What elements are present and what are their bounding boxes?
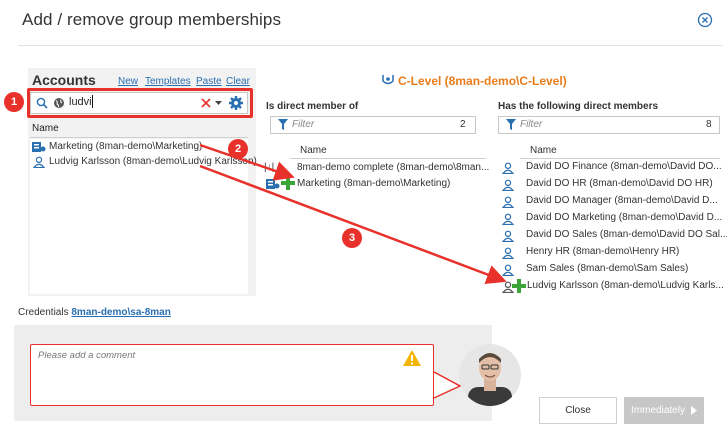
accounts-column-header[interactable]: Name <box>30 123 248 138</box>
group-icon <box>32 142 46 152</box>
member-of-title: Is direct member of <box>266 101 359 112</box>
user-icon <box>502 247 514 259</box>
filter-icon <box>506 119 516 130</box>
filter-placeholder: Filter <box>520 119 543 130</box>
filter-count: 2 <box>460 119 466 130</box>
close-button[interactable]: Close <box>539 397 617 424</box>
members-title: Has the following direct members <box>498 101 659 112</box>
column-name-header[interactable]: Name <box>300 145 327 156</box>
close-circle-icon[interactable] <box>697 12 713 28</box>
list-item[interactable]: Ludvig Karlsson (8man-demo\Ludvig Karlss… <box>49 156 257 167</box>
column-divider <box>520 158 720 159</box>
filter-count: 8 <box>706 119 712 130</box>
list-item[interactable]: Marketing (8man-demo\Marketing) <box>297 178 450 189</box>
clear-link[interactable]: Clear <box>226 76 250 87</box>
annotation-badge-3: 3 <box>342 228 362 248</box>
add-plus-icon <box>512 279 526 293</box>
list-item[interactable]: Sam Sales (8man-demo\Sam Sales) <box>526 263 688 274</box>
filter-icon <box>278 119 288 130</box>
templates-link[interactable]: Templates <box>145 76 191 87</box>
group-shield-icon <box>382 75 394 85</box>
group-icon <box>266 179 280 189</box>
list-item[interactable]: Henry HR (8man-demo\Henry HR) <box>526 246 679 257</box>
new-link[interactable]: New <box>118 76 138 87</box>
list-item[interactable]: 8man-demo complete (8man-demo\8man... <box>297 162 489 173</box>
accounts-title: Accounts <box>32 72 96 88</box>
column-divider <box>290 158 486 159</box>
immediately-label: Immediately <box>631 405 685 416</box>
immediately-button[interactable]: Immediately <box>624 397 704 424</box>
credentials: Credentials 8man-demo\sa-8man <box>18 307 171 318</box>
user-icon <box>502 196 514 208</box>
credentials-label: Credentials <box>18 307 69 318</box>
credentials-link[interactable]: 8man-demo\sa-8man <box>71 307 170 318</box>
user-icon <box>33 156 45 168</box>
dialog-title: Add / remove group memberships <box>22 10 282 29</box>
comment-placeholder: Please add a comment <box>38 350 136 361</box>
avatar <box>459 344 521 406</box>
list-item[interactable]: David DO Manager (8man-demo\David D... <box>526 195 718 206</box>
user-icon <box>502 179 514 191</box>
annotation-badge-1: 1 <box>4 92 24 112</box>
paste-link[interactable]: Paste <box>196 76 222 87</box>
user-icon <box>502 264 514 276</box>
filter-placeholder: Filter <box>292 119 315 130</box>
list-item[interactable]: Marketing (8man-demo\Marketing) <box>49 141 202 152</box>
list-item[interactable]: Ludvig Karlsson (8man-demo\Ludvig Karls.… <box>527 280 724 291</box>
list-item[interactable]: David DO HR (8man-demo\David DO HR) <box>526 178 713 189</box>
list-item[interactable]: David DO Finance (8man-demo\David DO... <box>526 161 722 172</box>
warning-icon <box>403 350 421 366</box>
group-title: C-Level (8man-demo\C-Level) <box>398 74 567 88</box>
annotation-badge-2: 2 <box>228 139 248 159</box>
header-divider <box>18 45 723 46</box>
user-icon <box>502 213 514 225</box>
row-marker: |↓| <box>264 162 275 173</box>
add-plus-icon <box>281 176 295 190</box>
user-icon <box>502 162 514 174</box>
column-name-header[interactable]: Name <box>530 145 557 156</box>
column-name-label: Name <box>32 123 59 134</box>
user-icon <box>502 230 514 242</box>
list-item[interactable]: David DO Sales (8man-demo\David DO Sal..… <box>526 229 727 240</box>
chevron-right-icon <box>690 406 697 415</box>
list-item[interactable]: David DO Marketing (8man-demo\David D... <box>526 212 722 223</box>
search-highlight <box>27 88 253 118</box>
